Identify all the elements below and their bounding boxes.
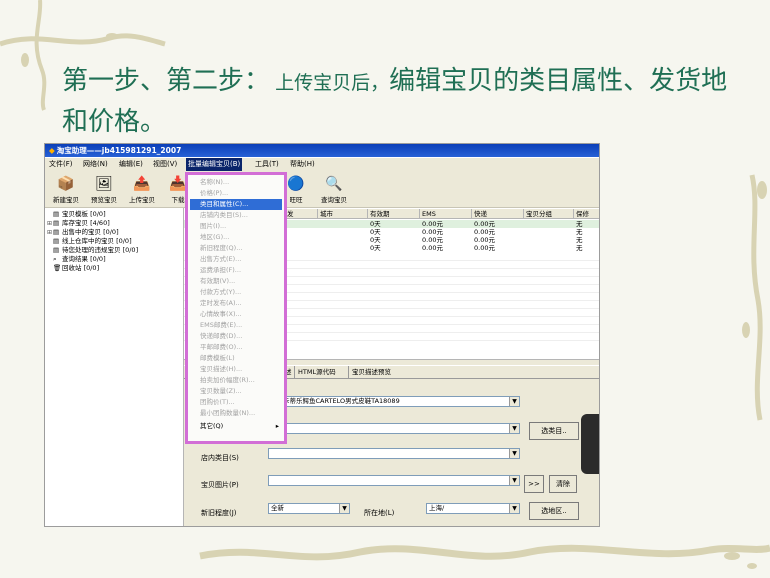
menu-item-name[interactable]: 名称(N)... — [190, 177, 282, 188]
app-screenshot: ◆ 淘宝助理——jb415981291_2007 文件(F) 网络(N) 编辑(E… — [44, 143, 600, 527]
store-category-field[interactable]: ▼ — [268, 448, 520, 459]
menu-item-category-attributes[interactable]: 类目和属性(C)... — [190, 199, 282, 210]
folder-icon: ▤ — [53, 219, 60, 227]
tree-item-search-results[interactable]: ⌕ 查询结果 [0/0] — [47, 255, 106, 264]
batch-edit-menu: 名称(N)... 价格(P)... 类目和属性(C)... 店铺内类目(S)..… — [185, 172, 287, 444]
app-titlebar: ◆ 淘宝助理——jb415981291_2007 — [45, 144, 599, 157]
choose-category-button[interactable]: 选类目.. — [529, 422, 579, 440]
trash-icon: 🗑 — [53, 264, 62, 272]
tree-item-stock[interactable]: ⊞▤ 库存宝贝 [4/60] — [47, 219, 110, 228]
menu-view[interactable]: 视图(V) — [151, 158, 179, 171]
chevron-down-icon[interactable]: ▼ — [509, 424, 519, 433]
location-select[interactable]: 上海/▼ — [426, 503, 520, 514]
search-icon: ⌕ — [53, 255, 57, 263]
toolbar: 📦 新建宝贝 🖼 预览宝贝 📤 上传宝贝 📥 下载 🔵 旺旺 🔍 查询宝贝 — [45, 171, 599, 208]
menu-network[interactable]: 网络(N) — [81, 158, 110, 171]
menu-item-price[interactable]: 价格(P)... — [190, 188, 282, 199]
menubar: 文件(F) 网络(N) 编辑(E) 视图(V) 批量编辑宝贝(B) 工具(T) … — [45, 158, 599, 171]
menu-item-group-price[interactable]: 团购价(T)... — [190, 397, 282, 408]
menu-item-scheduled-publish[interactable]: 定时发布(A)... — [190, 298, 282, 309]
tab-html-source[interactable]: HTML源代码 — [294, 366, 339, 378]
tree-item-template[interactable]: ▤ 宝贝模板 [0/0] — [47, 210, 106, 219]
upload-icon: 📤 — [133, 176, 151, 192]
menu-item-condition[interactable]: 新旧程度(Q)... — [190, 243, 282, 254]
menu-item-shipping-template[interactable]: 邮费模板(L) — [190, 353, 282, 364]
app-title: 淘宝助理——jb415981291_2007 — [56, 146, 182, 155]
location-label: 所在地(L) — [364, 509, 395, 517]
preview-icon: 🖼 — [95, 176, 113, 192]
menu-item-shipping-payer[interactable]: 运费承担(F)... — [190, 265, 282, 276]
menu-item-other[interactable]: 其它(Q) ▸ — [190, 421, 282, 432]
menu-item-min-group-qty[interactable]: 最小团购数量(N)... — [190, 408, 282, 419]
menu-item-images[interactable]: 图片(I)... — [190, 221, 282, 232]
images-field[interactable]: ▼ — [268, 475, 520, 486]
folder-icon: ▤ — [53, 237, 60, 245]
tree-item-recycle-bin[interactable]: 🗑回收站 [0/0] — [47, 264, 99, 273]
condition-select[interactable]: 全新 ▼ — [268, 503, 350, 514]
app-icon: ◆ — [49, 146, 55, 155]
choose-area-button[interactable]: 选地区.. — [529, 502, 579, 520]
column-header[interactable]: 快递 — [472, 209, 524, 219]
column-header[interactable]: 保修 — [574, 209, 599, 219]
menu-item-description[interactable]: 宝贝描述(H)... — [190, 364, 282, 375]
tab-description-preview[interactable]: 宝贝描述预览 — [348, 366, 394, 378]
tree-item-on-sale[interactable]: ⊞▤ 出售中的宝贝 [0/0] — [47, 228, 119, 237]
submenu-arrow-icon: ▸ — [275, 422, 279, 430]
column-header[interactable]: 城市 — [318, 209, 368, 219]
column-header[interactable]: 有效期 — [368, 209, 420, 219]
slide-heading: 第一步、第二步： 上传宝贝后，编辑宝贝的类目属性、发货地和价格。 — [62, 62, 752, 144]
chevron-down-icon[interactable]: ▼ — [339, 504, 349, 513]
menu-item-payment-method[interactable]: 付款方式(Y)... — [190, 287, 282, 298]
folder-icon: ▤ — [53, 228, 60, 236]
column-header[interactable]: EMS — [420, 209, 472, 219]
folder-icon: ▤ — [53, 210, 60, 218]
search-items-button[interactable]: 🔍 查询宝贝 — [317, 171, 351, 204]
search-icon: 🔍 — [325, 176, 343, 192]
images-label: 宝贝图片(P) — [201, 481, 239, 489]
menu-item-region[interactable]: 地区(G)... — [190, 232, 282, 243]
menu-file[interactable]: 文件(F) — [47, 158, 75, 171]
clear-button[interactable]: 清除 — [549, 475, 577, 493]
column-header[interactable]: 宝贝分组 — [524, 209, 574, 219]
warning-folder-icon: ▤ — [53, 246, 60, 254]
chevron-down-icon[interactable]: ▼ — [509, 397, 519, 406]
menu-item-surface-mail-fee[interactable]: 平邮邮费(O)... — [190, 342, 282, 353]
store-category-label: 店内类目(S) — [201, 454, 239, 462]
menu-item-mood-story[interactable]: 心情故事(X)... — [190, 309, 282, 320]
menu-edit[interactable]: 编辑(E) — [117, 158, 145, 171]
preview-item-button[interactable]: 🖼 预览宝贝 — [87, 171, 121, 204]
upload-item-button[interactable]: 📤 上传宝贝 — [125, 171, 159, 204]
menu-item-sale-method[interactable]: 出售方式(E)... — [190, 254, 282, 265]
product-photo-thumbnail — [581, 414, 599, 474]
new-item-button[interactable]: 📦 新建宝贝 — [49, 171, 83, 204]
chevron-down-icon[interactable]: ▼ — [509, 476, 519, 485]
tree-item-online-warehouse[interactable]: ▤ 线上仓库中的宝贝 [0/0] — [47, 237, 132, 246]
heading-step: 第一步、第二步： — [62, 66, 271, 96]
column-header[interactable]: 发 — [285, 209, 318, 219]
new-item-icon: 📦 — [57, 176, 75, 192]
menu-help[interactable]: 帮助(H) — [288, 158, 317, 171]
menu-item-validity[interactable]: 有效期(V)... — [190, 276, 282, 287]
category-field[interactable]: ▼ — [280, 423, 520, 434]
heading-intro: 上传宝贝后， — [275, 72, 390, 94]
menu-tools[interactable]: 工具(T) — [253, 158, 281, 171]
menu-item-ems-fee[interactable]: EMS邮费(E)... — [190, 320, 282, 331]
tree-item-violations[interactable]: ▤ 待您处理的违规宝贝 [0/0] — [47, 246, 138, 255]
menu-item-auction-increment[interactable]: 拍卖加价幅度(R)... — [190, 375, 282, 386]
menu-batch-edit[interactable]: 批量编辑宝贝(B) — [186, 158, 243, 171]
menu-item-store-category[interactable]: 店铺内类目(S)... — [190, 210, 282, 221]
menu-item-quantity[interactable]: 宝贝数量(Z)... — [190, 386, 282, 397]
chevron-down-icon[interactable]: ▼ — [509, 449, 519, 458]
title-field[interactable]: 卡蒂乐鳄鱼CARTELO男式皮鞋TA18089 ▼ — [280, 396, 520, 407]
menu-item-express-fee[interactable]: 快递邮费(D)... — [190, 331, 282, 342]
condition-label: 新旧程度(J) — [201, 509, 237, 517]
more-images-button[interactable]: >> — [524, 475, 544, 493]
folder-tree: ▤ 宝贝模板 [0/0] ⊞▤ 库存宝贝 [4/60] ⊞▤ 出售中的宝贝 [0/0]… — [45, 208, 184, 526]
chevron-down-icon[interactable]: ▼ — [509, 504, 519, 513]
